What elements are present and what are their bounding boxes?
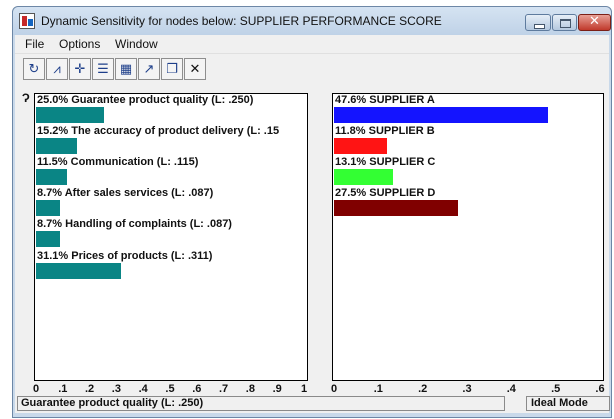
axis-tick-label: .6 (192, 383, 202, 395)
alternative-label: 27.5% SUPPLIER D (335, 187, 436, 199)
close-window-button[interactable]: ✕ (578, 14, 611, 31)
alternative-bar (334, 200, 458, 216)
criterion-bar[interactable] (36, 200, 60, 216)
axis-tick-label: .1 (373, 383, 383, 395)
toolbar: ↻ ⩘ ✛ ☰ ▦ ↗ ❐ ✕ (15, 53, 609, 84)
gradient-icon[interactable]: ✛ (69, 58, 91, 80)
axis-tick-label: .3 (111, 383, 121, 395)
axis-tick-label: .7 (219, 383, 229, 395)
axis-tick-label: .4 (138, 383, 148, 395)
grid-chart-icon[interactable]: ▦ (115, 58, 137, 80)
app-icon[interactable] (19, 13, 35, 29)
title-bar[interactable]: Dynamic Sensitivity for nodes below: SUP… (13, 7, 611, 35)
alternative-label: 47.6% SUPPLIER A (335, 94, 435, 106)
menu-window[interactable]: Window (115, 37, 158, 51)
alternatives-panel[interactable]: 47.6% SUPPLIER A 11.8% SUPPLIER B 13.1% SU… (332, 93, 604, 381)
alternative-bar (334, 107, 548, 123)
alternative-bar (334, 138, 387, 154)
criteria-panel[interactable]: 25.0% Guarantee product quality (L: .250… (34, 93, 308, 381)
stacked-bars-icon[interactable]: ☰ (92, 58, 114, 80)
axis-tick-label: .2 (418, 383, 428, 395)
criteria-axis: 0 .1 .2 .3 .4 .5 .6 .7 .8 .9 1 (32, 383, 308, 395)
alternative-label: 13.1% SUPPLIER C (335, 156, 436, 168)
close-icon[interactable]: ✕ (184, 58, 206, 80)
axis-tick-label: .5 (551, 383, 561, 395)
criterion-bar[interactable] (36, 231, 60, 247)
axis-tick-label: .3 (462, 383, 472, 395)
menu-file[interactable]: File (25, 37, 44, 51)
criterion-bar[interactable] (36, 138, 77, 154)
arrow-icon[interactable]: ↗ (138, 58, 160, 80)
criterion-label[interactable]: 31.1% Prices of products (L: .311) (37, 250, 305, 262)
left-edge-mark: Ɂ (22, 91, 30, 105)
axis-tick-label: .5 (165, 383, 175, 395)
windows-icon[interactable]: ❐ (161, 58, 183, 80)
chart-area: Ɂ 25.0% Guarantee product quality (L: .2… (15, 83, 609, 396)
criterion-label[interactable]: 25.0% Guarantee product quality (L: .250… (37, 94, 305, 106)
close-window-icon: ✕ (589, 14, 600, 29)
minimize-button[interactable] (525, 14, 551, 31)
axis-tick-label: .1 (58, 383, 68, 395)
axis-tick-label: .6 (595, 383, 605, 395)
axis-tick-label: .2 (85, 383, 95, 395)
menu-bar: File Options Window (15, 35, 609, 53)
sensitivity-window: Dynamic Sensitivity for nodes below: SUP… (12, 6, 612, 418)
axis-tick-label: .4 (506, 383, 516, 395)
criterion-bar[interactable] (36, 263, 121, 279)
status-selected-node: Guarantee product quality (L: .250) (17, 396, 505, 411)
menu-options[interactable]: Options (59, 37, 100, 51)
axis-tick-label: 0 (330, 383, 338, 395)
axis-tick-label: 0 (32, 383, 40, 395)
axis-tick-label: .8 (245, 383, 255, 395)
axis-tick-label: .9 (272, 383, 282, 395)
criterion-bar[interactable] (36, 169, 67, 185)
criterion-label[interactable]: 8.7% After sales services (L: .087) (37, 187, 305, 199)
axis-tick-label: 1 (300, 383, 308, 395)
alternative-label: 11.8% SUPPLIER B (335, 125, 435, 137)
window-title: Dynamic Sensitivity for nodes below: SUP… (41, 14, 442, 28)
maximize-button[interactable] (552, 14, 577, 31)
line-graph-icon[interactable]: ⩘ (46, 58, 68, 80)
alternative-bar (334, 169, 393, 185)
status-mode: Ideal Mode (526, 396, 610, 411)
status-bar: Guarantee product quality (L: .250) Idea… (15, 395, 610, 413)
criterion-label[interactable]: 8.7% Handling of complaints (L: .087) (37, 218, 305, 230)
criterion-label[interactable]: 15.2% The accuracy of product delivery (… (37, 125, 305, 137)
refresh-icon[interactable]: ↻ (23, 58, 45, 80)
criterion-label[interactable]: 11.5% Communication (L: .115) (37, 156, 305, 168)
alternatives-axis: 0 .1 .2 .3 .4 .5 .6 (330, 383, 605, 395)
criterion-bar[interactable] (36, 107, 104, 123)
